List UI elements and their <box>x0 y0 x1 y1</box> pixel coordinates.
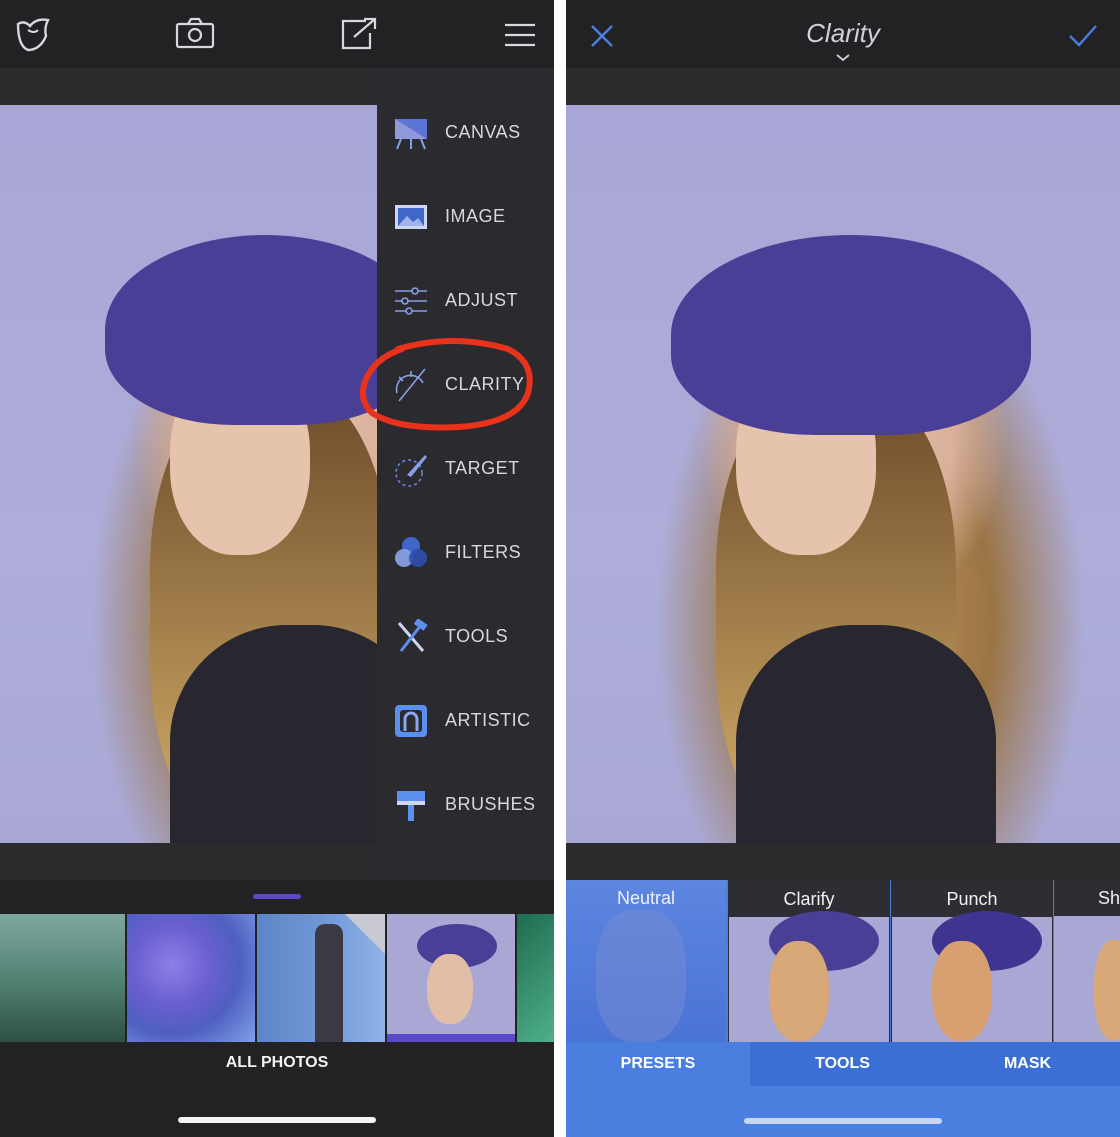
menu-item-label: ARTISTIC <box>445 710 531 730</box>
menu-item-label: FILTERS <box>445 542 522 562</box>
photo-thumbnail[interactable] <box>0 914 125 1042</box>
menu-hamburger-icon[interactable] <box>503 22 537 48</box>
photo-thumbnail[interactable] <box>127 914 255 1042</box>
menu-item-label: IMAGE <box>445 206 506 226</box>
tab-tools[interactable]: TOOLS <box>750 1042 935 1086</box>
home-indicator <box>178 1117 376 1123</box>
photo-thumbnail[interactable] <box>517 914 554 1042</box>
edit-side-menu: CANVAS IMAGE ADJUST CLARITY TARGET FILTE… <box>377 68 554 880</box>
menu-item-adjust[interactable]: ADJUST <box>377 259 554 343</box>
menu-item-label: TOOLS <box>445 626 509 646</box>
presets-row: Neutral Clarify Punch Sh <box>566 880 1120 1044</box>
album-label[interactable]: ALL PHOTOS <box>0 1054 554 1072</box>
thumbnail-row <box>0 914 554 1042</box>
camera-icon[interactable] <box>175 17 215 49</box>
bottom-tabs: PRESETS TOOLS MASK <box>566 1042 1120 1137</box>
clarity-screen: Clarity Neutral Clarify Punch Sh PRESETS… <box>566 0 1120 1137</box>
preset-label: Sh <box>1098 888 1120 908</box>
preset-label: Neutral <box>616 888 676 908</box>
tab-mask[interactable]: MASK <box>935 1042 1120 1086</box>
menu-item-brushes[interactable]: BRUSHES <box>377 763 554 847</box>
menu-item-target[interactable]: TARGET <box>377 427 554 511</box>
menu-item-filters[interactable]: FILTERS <box>377 511 554 595</box>
menu-item-artistic[interactable]: ARTISTIC <box>377 679 554 763</box>
top-toolbar <box>0 0 554 68</box>
chevron-down-icon[interactable] <box>836 54 850 62</box>
menu-item-label: TARGET <box>445 458 520 478</box>
photo-thumbnail[interactable] <box>257 914 385 1042</box>
preset-partial[interactable]: Sh <box>1054 880 1120 1042</box>
preview-photo <box>566 105 1120 843</box>
artistic-stamp-icon <box>395 705 427 737</box>
tab-presets[interactable]: PRESETS <box>566 1042 750 1086</box>
preset-neutral[interactable]: Neutral <box>566 880 726 1042</box>
home-indicator <box>744 1118 942 1124</box>
screen-title[interactable]: Clarity <box>566 18 1120 49</box>
menu-screen: CANVAS IMAGE ADJUST CLARITY TARGET FILTE… <box>0 0 554 1137</box>
photo-browser: ALL PHOTOS <box>0 880 554 1137</box>
menu-item-tools[interactable]: TOOLS <box>377 595 554 679</box>
top-toolbar: Clarity <box>566 0 1120 68</box>
drawer-handle[interactable] <box>253 894 301 899</box>
canvas-easel-icon <box>395 119 427 150</box>
filters-circles-icon <box>395 537 427 567</box>
preset-label: Punch <box>946 889 998 909</box>
app-logo-icon[interactable] <box>14 16 54 52</box>
brushes-roller-icon <box>397 791 425 821</box>
image-icon <box>395 205 427 229</box>
clarity-highlight-circle <box>359 338 533 431</box>
menu-item-canvas[interactable]: CANVAS <box>377 91 554 175</box>
target-brush-icon <box>395 455 427 487</box>
apply-check-icon[interactable] <box>1068 24 1098 48</box>
adjust-sliders-icon <box>395 287 427 315</box>
menu-item-label: ADJUST <box>445 290 519 310</box>
menu-item-label: BRUSHES <box>445 794 536 814</box>
preset-label: Clarify <box>783 889 835 909</box>
preset-clarify[interactable]: Clarify <box>728 880 890 1044</box>
menu-item-image[interactable]: IMAGE <box>377 175 554 259</box>
export-icon[interactable] <box>340 17 378 51</box>
tools-hammer-icon <box>397 619 428 652</box>
preset-punch[interactable]: Punch <box>891 880 1053 1044</box>
photo-thumbnail-selected[interactable] <box>387 914 515 1042</box>
menu-item-label: CANVAS <box>445 122 521 142</box>
